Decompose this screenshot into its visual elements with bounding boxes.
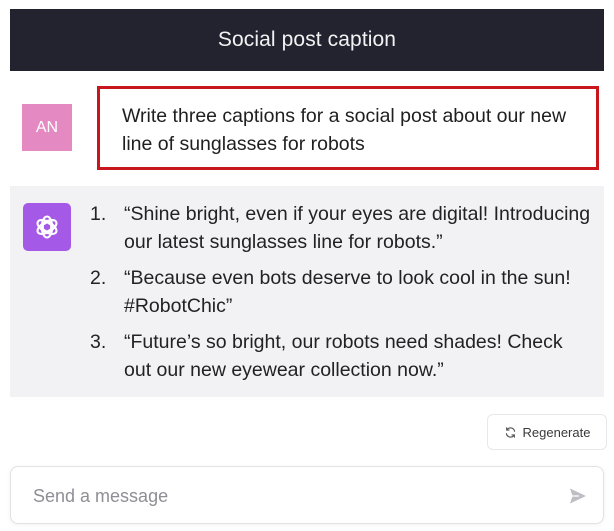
regenerate-button[interactable]: Regenerate (487, 414, 607, 450)
caption-text: “Because even bots deserve to look cool … (124, 267, 571, 317)
assistant-message-row: 1. “Shine bright, even if your eyes are … (10, 186, 604, 397)
send-button[interactable] (565, 483, 591, 509)
caption-item: 3. “Future’s so bright, our robots need … (90, 328, 595, 384)
caption-number: 1. (90, 203, 107, 225)
caption-number: 2. (90, 267, 107, 289)
user-message-row: AN Write three captions for a social pos… (10, 71, 604, 182)
caption-item: 1. “Shine bright, even if your eyes are … (90, 200, 595, 256)
caption-list: 1. “Shine bright, even if your eyes are … (90, 200, 595, 392)
user-avatar: AN (22, 104, 72, 151)
assistant-avatar (23, 203, 71, 251)
chat-window: Social post caption AN Write three capti… (0, 0, 614, 531)
openai-logo-icon (36, 215, 58, 239)
user-prompt-text: Write three captions for a social post a… (122, 105, 567, 155)
highlighted-prompt: Write three captions for a social post a… (97, 86, 599, 170)
user-avatar-initials: AN (35, 118, 59, 136)
regenerate-label: Regenerate (522, 424, 591, 440)
caption-text: “Future’s so bright, our robots need sha… (124, 331, 563, 381)
chat-title: Social post caption (217, 28, 397, 51)
chat-header: Social post caption (10, 9, 604, 71)
caption-text: “Shine bright, even if your eyes are dig… (124, 203, 591, 253)
send-icon (570, 488, 586, 504)
refresh-icon (505, 426, 515, 438)
message-input[interactable] (33, 481, 533, 511)
caption-item: 2. “Because even bots deserve to look co… (90, 264, 595, 320)
caption-number: 3. (90, 331, 107, 353)
message-composer (10, 466, 604, 524)
